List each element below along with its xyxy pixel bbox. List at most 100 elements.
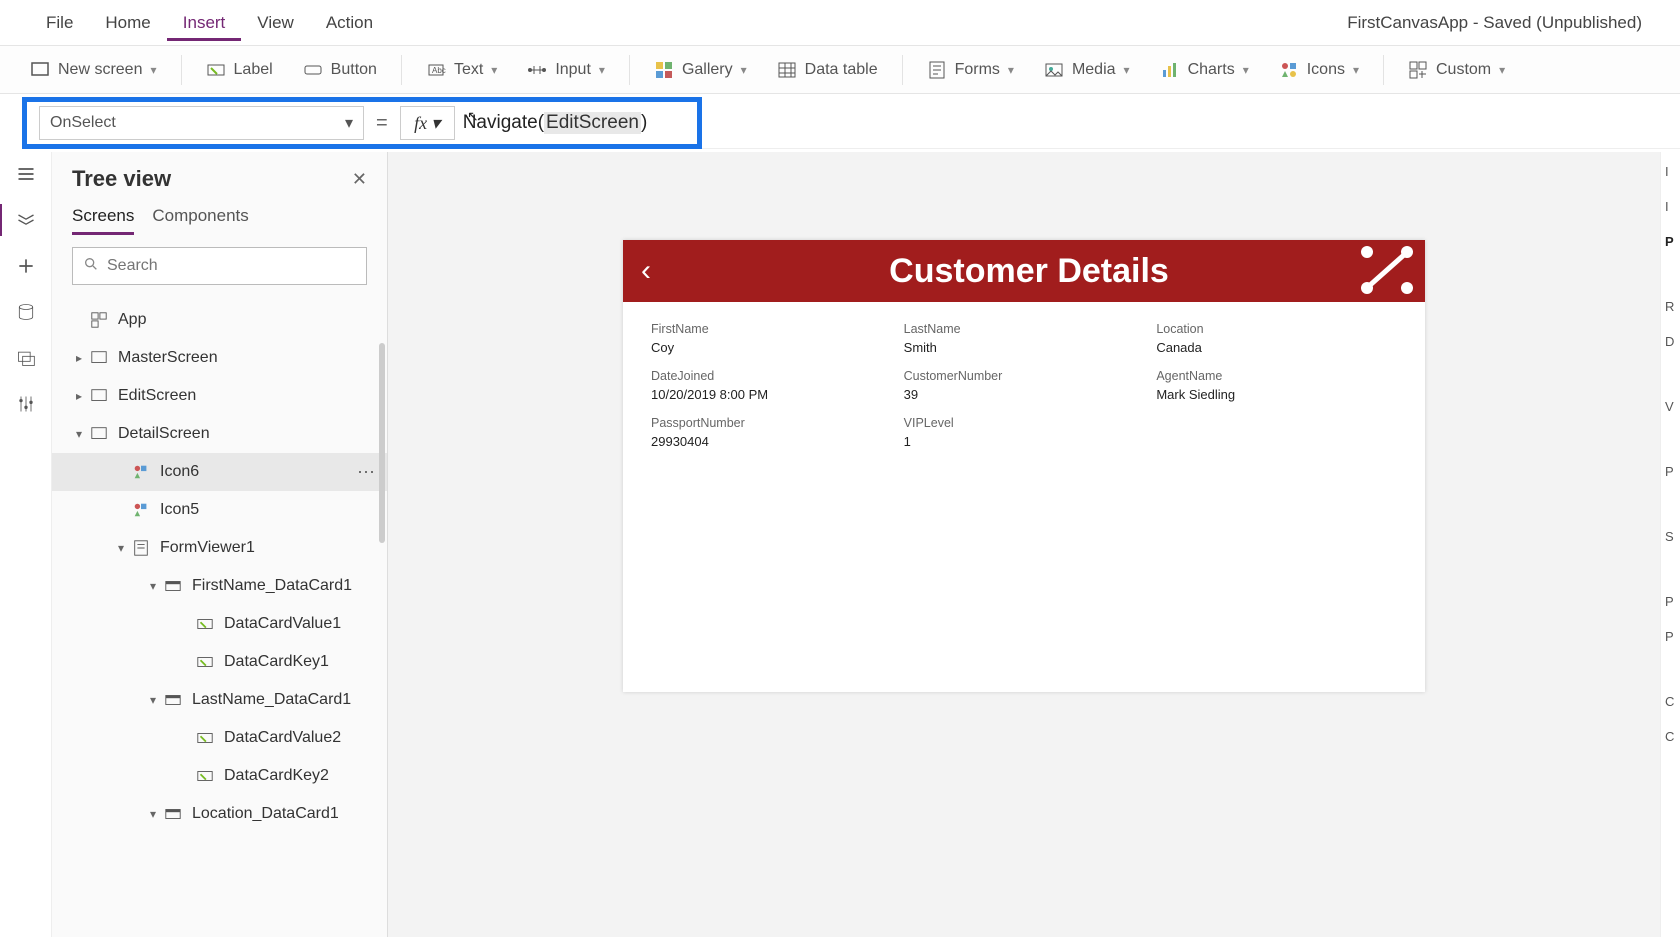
tree-node-dck1[interactable]: DataCardKey1 [52, 643, 387, 681]
tree-node-dcv2[interactable]: DataCardValue2 [52, 719, 387, 757]
chevron-down-icon: ▾ [599, 63, 605, 77]
tree-node-lastname-card[interactable]: ▾LastName_DataCard1 [52, 681, 387, 719]
field-agentname: AgentNameMark Siedling [1156, 369, 1397, 402]
label-icon [206, 60, 226, 80]
forms-icon [927, 60, 947, 80]
chevron-right-icon[interactable]: ▸ [70, 351, 88, 365]
tree-view-icon[interactable] [14, 208, 38, 232]
data-icon[interactable] [14, 300, 38, 324]
shapes-icon [130, 499, 152, 521]
left-rail [0, 152, 52, 937]
rs-8: P [1661, 594, 1674, 609]
new-screen-icon [30, 60, 50, 80]
card-icon [162, 803, 184, 825]
chevron-down-icon[interactable]: ▾ [70, 427, 88, 441]
tree-node-firstname-card[interactable]: ▾FirstName_DataCard1 [52, 567, 387, 605]
edit-icon-selected[interactable] [1359, 244, 1415, 296]
tree-node-editscreen[interactable]: ▸EditScreen [52, 377, 387, 415]
close-icon[interactable]: ✕ [352, 169, 367, 190]
app-preview: ‹ Customer Details FirstNameCoy LastName… [623, 240, 1425, 692]
tab-screens[interactable]: Screens [72, 206, 134, 235]
datatable-button[interactable]: Data table [765, 54, 890, 86]
detail-fields: FirstNameCoy LastNameSmith LocationCanad… [623, 302, 1425, 469]
formula-input[interactable]: Navigate(EditScreen) [463, 106, 648, 140]
hamburger-icon[interactable] [14, 162, 38, 186]
menu-insert[interactable]: Insert [167, 5, 242, 41]
rs-2: P [1661, 234, 1674, 249]
chevron-down-icon[interactable]: ▾ [144, 579, 162, 593]
tree-node-location-card[interactable]: ▾Location_DataCard1 [52, 795, 387, 833]
menu-view[interactable]: View [241, 5, 310, 41]
chevron-right-icon[interactable]: ▸ [70, 389, 88, 403]
chevron-down-icon[interactable]: ▾ [144, 807, 162, 821]
charts-button[interactable]: Charts ▾ [1148, 54, 1261, 86]
tree-view-title: Tree view [72, 166, 171, 192]
tree-node-formviewer[interactable]: ▾FormViewer1 [52, 529, 387, 567]
screen-icon [88, 423, 110, 445]
media-rail-icon[interactable] [14, 346, 38, 370]
canvas-area[interactable]: ‹ Customer Details FirstNameCoy LastName… [388, 152, 1660, 937]
menu-home[interactable]: Home [89, 5, 166, 41]
field-viplevel: VIPLevel1 [904, 416, 1145, 449]
text-button[interactable]: Abc Text ▾ [414, 54, 509, 86]
gallery-button[interactable]: Gallery ▾ [642, 54, 759, 86]
tree-node-dcv1[interactable]: DataCardValue1 [52, 605, 387, 643]
chevron-down-icon[interactable]: ▾ [144, 693, 162, 707]
rs-4: D [1661, 334, 1674, 349]
chevron-down-icon: ▾ [345, 113, 353, 133]
input-button[interactable]: Input ▾ [515, 54, 617, 86]
new-screen-button[interactable]: New screen ▾ [18, 54, 169, 86]
menu-file[interactable]: File [30, 5, 89, 41]
chevron-down-icon: ▾ [1499, 63, 1505, 77]
tree-node-app[interactable]: App [52, 301, 387, 339]
forms-button[interactable]: Forms ▾ [915, 54, 1026, 86]
input-label: Input [555, 61, 591, 79]
back-icon[interactable]: ‹ [641, 254, 651, 288]
charts-icon [1160, 60, 1180, 80]
rs-3: R [1661, 299, 1674, 314]
rs-5: V [1661, 399, 1674, 414]
new-screen-label: New screen [58, 61, 142, 79]
icons-button[interactable]: Icons ▾ [1267, 54, 1371, 86]
forms-label: Forms [955, 61, 1000, 79]
tree-node-icon5[interactable]: Icon5 [52, 491, 387, 529]
custom-button[interactable]: Custom ▾ [1396, 54, 1517, 86]
formula-bar: OnSelect ▾ = fx ▾ Navigate(EditScreen) ↖ [0, 94, 1680, 152]
advanced-tools-icon[interactable] [14, 392, 38, 416]
rs-9: P [1661, 629, 1674, 644]
field-datejoined: DateJoined10/20/2019 8:00 PM [651, 369, 892, 402]
tree-node-icon6[interactable]: Icon6⋯ [52, 453, 387, 491]
screen-icon [88, 385, 110, 407]
search-input[interactable] [107, 257, 356, 275]
fx-button[interactable]: fx ▾ [400, 106, 455, 140]
tree-node-dck2[interactable]: DataCardKey2 [52, 757, 387, 795]
scrollbar-thumb[interactable] [379, 343, 385, 543]
label-label: Label [234, 61, 273, 79]
rs-11: C [1661, 729, 1674, 744]
label-icon [194, 727, 216, 749]
datatable-icon [777, 60, 797, 80]
search-icon [83, 256, 99, 277]
rs-10: C [1661, 694, 1674, 709]
app-save-status: FirstCanvasApp - Saved (Unpublished) [1347, 13, 1650, 33]
field-lastname: LastNameSmith [904, 322, 1145, 355]
label-button[interactable]: Label [194, 54, 285, 86]
tree-search[interactable] [72, 247, 367, 285]
tree-node-detailscreen[interactable]: ▾DetailScreen [52, 415, 387, 453]
more-icon[interactable]: ⋯ [357, 462, 377, 483]
tree-node-masterscreen[interactable]: ▸MasterScreen [52, 339, 387, 377]
chevron-down-icon[interactable]: ▾ [112, 541, 130, 555]
property-dropdown[interactable]: OnSelect ▾ [39, 106, 364, 140]
button-label: Button [331, 61, 377, 79]
field-location: LocationCanada [1156, 322, 1397, 355]
media-button[interactable]: Media ▾ [1032, 54, 1142, 86]
tab-components[interactable]: Components [152, 206, 248, 235]
formula-bar-rest[interactable] [702, 97, 1680, 149]
rs-1: I [1661, 199, 1669, 214]
menu-action[interactable]: Action [310, 5, 389, 41]
add-icon[interactable] [14, 254, 38, 278]
button-button[interactable]: Button [291, 54, 389, 86]
button-icon [303, 60, 323, 80]
datatable-label: Data table [805, 61, 878, 79]
chevron-down-icon: ▾ [1008, 63, 1014, 77]
